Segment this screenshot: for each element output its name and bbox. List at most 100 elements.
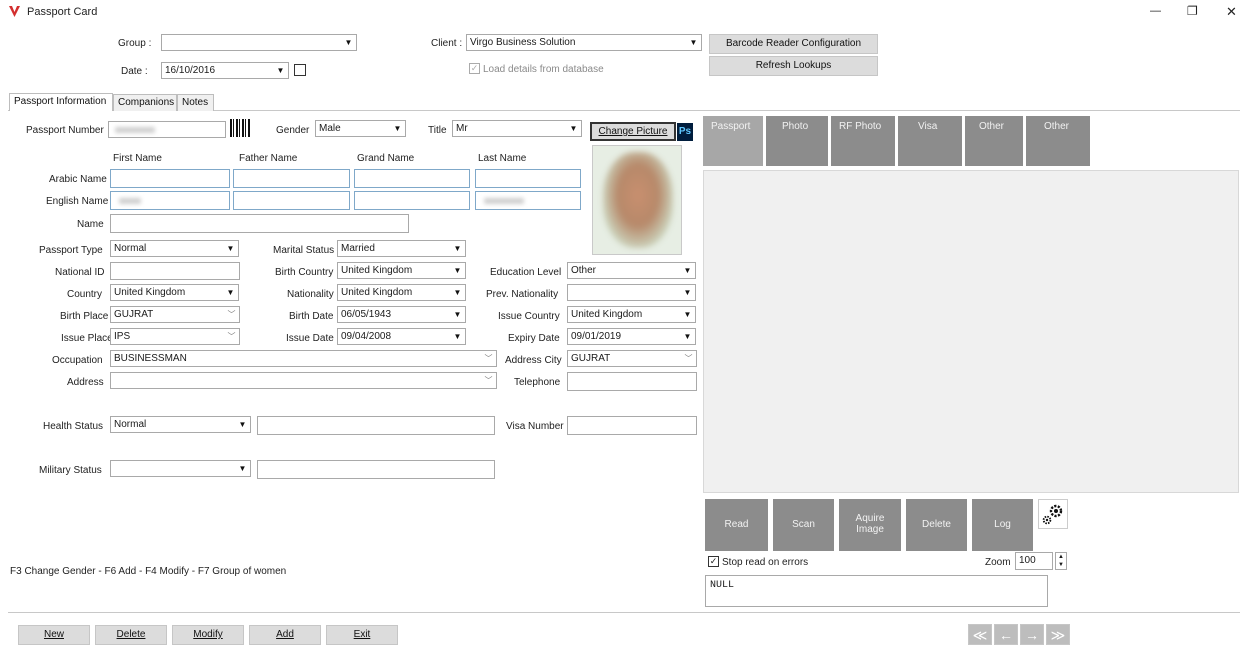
birth-date-picker[interactable]: 06/05/1943 ▼ bbox=[337, 306, 466, 323]
issue-date-picker[interactable]: 09/04/2008 ▼ bbox=[337, 328, 466, 345]
nav-last-icon[interactable]: ≫ bbox=[1046, 624, 1070, 645]
passport-number-input[interactable] bbox=[108, 121, 226, 138]
load-details-checkbox[interactable]: ✓ bbox=[469, 63, 480, 74]
read-button[interactable]: Read bbox=[705, 499, 768, 551]
chevron-down-icon: ▼ bbox=[453, 244, 462, 253]
military-status-notes-input[interactable] bbox=[257, 460, 495, 479]
health-status-notes-input[interactable] bbox=[257, 416, 495, 435]
birth-place-select[interactable]: GUJRAT ﹀ bbox=[110, 306, 240, 323]
english-grand-name-input[interactable] bbox=[354, 191, 470, 210]
last-name-col-header: Last Name bbox=[478, 153, 527, 164]
issue-date-value: 09/04/2008 bbox=[341, 331, 392, 342]
arabic-grand-name-input[interactable] bbox=[354, 169, 470, 188]
new-button[interactable]: New bbox=[18, 625, 90, 645]
date-picker[interactable]: 16/10/2016 ▼ bbox=[161, 62, 289, 79]
issue-country-select[interactable]: United Kingdom ▼ bbox=[567, 306, 696, 323]
gender-label: Gender bbox=[276, 125, 310, 136]
barcode-config-button[interactable]: Barcode Reader Configuration bbox=[709, 34, 878, 54]
expiry-date-picker[interactable]: 09/01/2019 ▼ bbox=[567, 328, 696, 345]
address-select[interactable]: ﹀ bbox=[110, 372, 497, 389]
zoom-value: 100 bbox=[1019, 555, 1036, 566]
photoshop-icon[interactable]: Ps bbox=[677, 123, 693, 141]
redacted-value bbox=[119, 198, 141, 204]
client-value: Virgo Business Solution bbox=[470, 37, 576, 48]
chevron-down-icon: ▼ bbox=[453, 310, 462, 319]
doc-tab-passport[interactable]: Passport bbox=[703, 116, 763, 166]
zoom-input[interactable]: 100 bbox=[1015, 552, 1053, 570]
gender-select[interactable]: Male ▼ bbox=[315, 120, 406, 137]
add-button[interactable]: Add bbox=[249, 625, 321, 645]
education-level-value: Other bbox=[571, 265, 597, 276]
chevron-down-icon: ﹀ bbox=[484, 376, 493, 385]
passport-type-select[interactable]: Normal ▼ bbox=[110, 240, 239, 257]
military-status-select[interactable]: ▼ bbox=[110, 460, 251, 477]
tab-passport-information[interactable]: Passport Information bbox=[9, 93, 113, 111]
chevron-down-icon: ▼ bbox=[453, 332, 462, 341]
zoom-spinner[interactable]: ▲ ▼ bbox=[1055, 552, 1067, 570]
arabic-last-name-input[interactable] bbox=[475, 169, 581, 188]
delete-button[interactable]: Delete bbox=[95, 625, 167, 645]
group-label: Group : bbox=[118, 38, 152, 49]
doc-tab-photo[interactable]: Photo bbox=[766, 116, 828, 166]
restore-button[interactable]: ❐ bbox=[1187, 4, 1198, 18]
tab-companions[interactable]: Companions bbox=[113, 94, 177, 111]
tab-notes[interactable]: Notes bbox=[177, 94, 214, 111]
arabic-first-name-input[interactable] bbox=[110, 169, 230, 188]
doc-tab-rf-photo[interactable]: RF Photo bbox=[831, 116, 895, 166]
date-checkbox[interactable] bbox=[294, 64, 306, 76]
nationality-select[interactable]: United Kingdom ▼ bbox=[337, 284, 466, 301]
delete-image-button[interactable]: Delete bbox=[906, 499, 967, 551]
chevron-down-icon: ▼ bbox=[683, 332, 692, 341]
gender-value: Male bbox=[319, 123, 341, 134]
nav-next-icon[interactable]: → bbox=[1020, 624, 1044, 645]
modify-button[interactable]: Modify bbox=[172, 625, 244, 645]
english-last-name-input[interactable] bbox=[475, 191, 581, 210]
telephone-input[interactable] bbox=[567, 372, 697, 391]
client-select[interactable]: Virgo Business Solution ▼ bbox=[466, 34, 702, 51]
read-label: Read bbox=[724, 519, 749, 530]
stop-read-checkbox[interactable]: ✓ bbox=[708, 556, 719, 567]
english-father-name-input[interactable] bbox=[233, 191, 350, 210]
acquire-image-button[interactable]: Aquire Image bbox=[839, 499, 901, 551]
log-button[interactable]: Log bbox=[972, 499, 1033, 551]
birth-country-select[interactable]: United Kingdom ▼ bbox=[337, 262, 466, 279]
exit-button[interactable]: Exit bbox=[326, 625, 398, 645]
name-input[interactable] bbox=[110, 214, 409, 233]
change-picture-button[interactable]: Change Picture bbox=[590, 122, 676, 141]
address-city-select[interactable]: GUJRAT ﹀ bbox=[567, 350, 697, 367]
education-level-select[interactable]: Other ▼ bbox=[567, 262, 696, 279]
scan-button[interactable]: Scan bbox=[773, 499, 834, 551]
doc-tab-other-1[interactable]: Other bbox=[965, 116, 1023, 166]
marital-status-select[interactable]: Married ▼ bbox=[337, 240, 466, 257]
english-first-name-input[interactable] bbox=[110, 191, 230, 210]
health-status-select[interactable]: Normal ▼ bbox=[110, 416, 251, 433]
title-select[interactable]: Mr ▼ bbox=[452, 120, 582, 137]
birth-country-label: Birth Country bbox=[275, 267, 334, 278]
birth-place-label: Birth Place bbox=[60, 311, 109, 322]
country-select[interactable]: United Kingdom ▼ bbox=[110, 284, 239, 301]
passport-type-label: Passport Type bbox=[39, 245, 103, 256]
nationality-value: United Kingdom bbox=[341, 287, 413, 298]
visa-number-input[interactable] bbox=[567, 416, 697, 435]
barcode-icon[interactable] bbox=[230, 119, 250, 137]
chevron-down-icon: ﹀ bbox=[227, 332, 236, 341]
arabic-father-name-input[interactable] bbox=[233, 169, 350, 188]
prev-nationality-select[interactable]: ▼ bbox=[567, 284, 696, 301]
doc-tab-other-2[interactable]: Other bbox=[1026, 116, 1090, 166]
nav-prev-icon[interactable]: ← bbox=[994, 624, 1018, 645]
occupation-select[interactable]: BUSINESSMAN ﹀ bbox=[110, 350, 497, 367]
close-button[interactable]: ✕ bbox=[1226, 4, 1237, 20]
redacted-value bbox=[115, 127, 155, 133]
national-id-input[interactable] bbox=[110, 262, 240, 280]
group-select[interactable]: ▼ bbox=[161, 34, 357, 51]
doc-tab-visa[interactable]: Visa bbox=[898, 116, 962, 166]
minimize-button[interactable]: — bbox=[1150, 5, 1161, 17]
settings-gear-icon[interactable] bbox=[1038, 499, 1068, 529]
doc-tab-label: Other bbox=[979, 121, 1005, 132]
refresh-lookups-button[interactable]: Refresh Lookups bbox=[709, 56, 878, 76]
birth-date-value: 06/05/1943 bbox=[341, 309, 392, 320]
nav-first-icon[interactable]: ≪ bbox=[968, 624, 992, 645]
chevron-down-icon: ▼ bbox=[689, 38, 698, 47]
chevron-down-icon: ▼ bbox=[226, 244, 235, 253]
issue-place-select[interactable]: IPS ﹀ bbox=[110, 328, 240, 345]
